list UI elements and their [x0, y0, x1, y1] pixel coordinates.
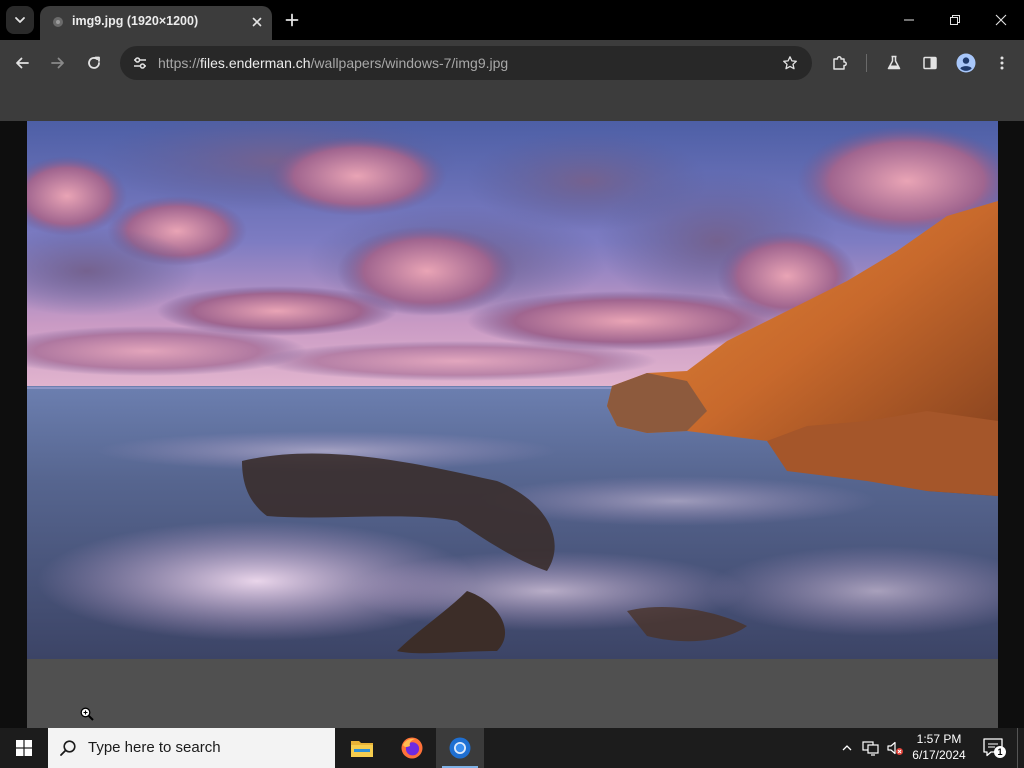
- clock-date: 6/17/2024: [912, 748, 966, 762]
- taskbar-app-firefox[interactable]: [388, 728, 436, 768]
- image-favicon-icon: [52, 16, 64, 28]
- firefox-icon: [401, 737, 423, 759]
- minimize-icon: [904, 19, 914, 21]
- folder-icon: [351, 741, 373, 757]
- kebab-menu-icon: [1000, 56, 1004, 70]
- side-panel-button[interactable]: [916, 49, 944, 77]
- chevron-up-icon: [842, 745, 852, 751]
- address-bar[interactable]: https://files.enderman.ch/wallpapers/win…: [120, 46, 812, 80]
- url-text: https://files.enderman.ch/wallpapers/win…: [158, 55, 508, 71]
- taskbar-search-box[interactable]: Type here to search: [48, 728, 335, 768]
- back-button[interactable]: [8, 49, 36, 77]
- windows-taskbar: Type here to search 1:57 PM 6/17/2024 1: [0, 728, 1024, 768]
- extensions-button[interactable]: [826, 49, 854, 77]
- arrow-right-icon: [51, 57, 64, 69]
- site-info-button[interactable]: [128, 51, 152, 75]
- show-desktop-button[interactable]: [1017, 728, 1024, 768]
- profile-button[interactable]: [952, 49, 980, 77]
- volume-muted-icon: [887, 741, 903, 755]
- forward-button[interactable]: [44, 49, 72, 77]
- notification-count-badge: 1: [994, 746, 1006, 758]
- tab-active[interactable]: img9.jpg (1920×1200): [40, 6, 272, 40]
- zoom-in-cursor-icon: [80, 707, 94, 721]
- tab-strip: img9.jpg (1920×1200): [0, 0, 1024, 40]
- new-tab-button[interactable]: [280, 8, 304, 32]
- plus-icon: [285, 13, 299, 27]
- close-icon: [995, 14, 1007, 26]
- image-viewer: [0, 121, 1024, 728]
- url-path: /wallpapers/windows-7/img9.jpg: [310, 55, 509, 71]
- close-window-button[interactable]: [978, 0, 1024, 40]
- url-host: files.enderman.ch: [200, 55, 311, 71]
- start-button[interactable]: [0, 728, 48, 768]
- toolbar-extension-area: [0, 86, 1024, 121]
- chevron-down-icon: [15, 17, 25, 23]
- tune-icon: [134, 57, 146, 69]
- notification-center-button[interactable]: 1: [982, 736, 1006, 760]
- close-icon: [252, 17, 262, 27]
- search-placeholder: Type here to search: [88, 739, 221, 756]
- toolbar-separator: [866, 54, 867, 72]
- labs-button[interactable]: [880, 49, 908, 77]
- tray-overflow-button[interactable]: [838, 738, 856, 758]
- windows-logo-icon: [16, 740, 32, 756]
- minimize-button[interactable]: [886, 0, 932, 40]
- bookmark-button[interactable]: [778, 51, 802, 75]
- tab-title: img9.jpg (1920×1200): [72, 14, 199, 28]
- browser-menu-button[interactable]: [988, 49, 1016, 77]
- avatar-icon: [956, 53, 976, 73]
- wallpaper-image[interactable]: [27, 121, 998, 659]
- network-icon: [862, 741, 879, 756]
- restore-icon: [950, 15, 960, 25]
- side-panel-icon: [923, 56, 937, 70]
- reload-button[interactable]: [80, 49, 108, 77]
- chromium-icon: [449, 737, 471, 759]
- tab-search-button[interactable]: [6, 6, 34, 34]
- tray-network-button[interactable]: [862, 738, 880, 758]
- search-icon: [60, 740, 76, 756]
- taskbar-clock[interactable]: 1:57 PM 6/17/2024: [904, 731, 974, 763]
- taskbar-app-file-explorer[interactable]: [338, 728, 386, 768]
- flask-icon: [887, 55, 901, 70]
- taskbar-app-chromium[interactable]: [436, 728, 484, 768]
- arrow-left-icon: [16, 57, 29, 69]
- tab-close-button[interactable]: [248, 13, 266, 31]
- clock-time: 1:57 PM: [916, 732, 962, 746]
- url-scheme: https://: [158, 55, 201, 71]
- reload-icon: [88, 56, 100, 69]
- restore-button[interactable]: [932, 0, 978, 40]
- puzzle-icon: [833, 56, 847, 70]
- image-frame: [27, 121, 998, 728]
- star-icon: [783, 56, 797, 70]
- browser-toolbar: https://files.enderman.ch/wallpapers/win…: [0, 40, 1024, 86]
- tray-volume-button[interactable]: [886, 738, 904, 758]
